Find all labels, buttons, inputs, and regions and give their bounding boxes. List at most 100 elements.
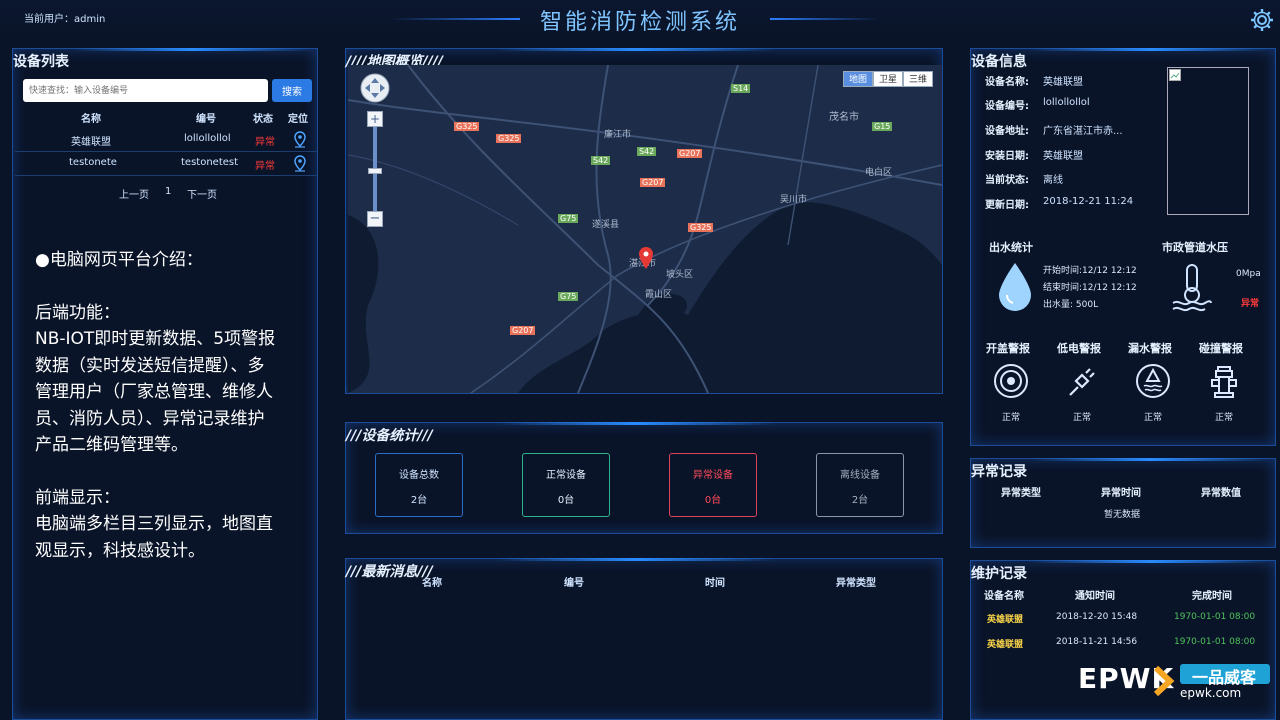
map-overview-panel: ////地图概览//// S14 G325 G325 G15 S42 S42 G… [345, 48, 943, 394]
stat-offline-box[interactable]: 离线设备 2台 [816, 453, 904, 517]
water-amount: 出水量: 500L [1043, 300, 1099, 310]
locate-pin-icon[interactable] [293, 131, 307, 149]
road-label: G207 [510, 326, 536, 335]
locate-pin-icon[interactable] [293, 155, 307, 173]
intro-title: ●电脑网页平台介绍： [35, 250, 203, 270]
alarm-label-leak: 漏水警报 [1128, 342, 1172, 355]
search-button[interactable]: 搜索 [272, 79, 312, 102]
map-pan-control-icon[interactable] [360, 73, 390, 103]
column-header-name: 名称 [81, 114, 101, 125]
device-list-panel: 设备列表 搜索 名称 编号 状态 定位 英雄联盟 lollollollol 异常… [12, 48, 318, 720]
road-label: G15 [872, 122, 893, 131]
water-drop-icon [999, 263, 1031, 311]
road-label: S42 [637, 147, 657, 156]
water-level-icon [1136, 364, 1170, 398]
panel-glow [1031, 560, 1271, 563]
device-photo [1167, 67, 1249, 215]
device-code: lollollollol [184, 133, 231, 144]
road-label: G75 [558, 214, 579, 223]
alarm-label-cover: 开盖警报 [986, 342, 1030, 355]
epwk-chevron-icon [1154, 666, 1175, 696]
device-status: 异常 [255, 137, 275, 148]
field-label: 设备地址: [985, 126, 1029, 137]
plug-icon [1069, 368, 1095, 396]
stat-total-box[interactable]: 设备总数 2台 [375, 453, 463, 517]
maint-column-done: 完成时间 [1192, 591, 1232, 602]
prev-page-link[interactable]: 上一页 [119, 186, 149, 201]
msg-column-time: 时间 [705, 578, 725, 589]
panel-glow [496, 558, 776, 561]
panel-glow [73, 48, 313, 51]
map-type-tab-map[interactable]: 地图 [843, 71, 873, 87]
pressure-gauge-icon [1172, 264, 1212, 312]
map-canvas[interactable]: S14 G325 G325 G15 S42 S42 G207 G207 G75 … [348, 65, 942, 393]
city-label: 吴川市 [780, 195, 808, 205]
road-label: G75 [558, 292, 579, 301]
city-label: 霞山区 [645, 290, 673, 300]
field-value: 2018-12-21 11:24 [1043, 196, 1134, 207]
msg-column-type: 异常类型 [836, 578, 876, 589]
stats-title: ///设备统计/// [346, 428, 433, 444]
platform-intro: ●电脑网页平台介绍： 后端功能： NB-IOT即时更新数据、5项警报数据（实时发… [35, 247, 279, 564]
maint-column-notify: 通知时间 [1075, 591, 1115, 602]
stat-value: 0台 [557, 495, 575, 506]
map-marker-icon[interactable] [638, 247, 654, 269]
map-type-tab-satellite[interactable]: 卫星 [873, 71, 903, 87]
no-data-text: 暂无数据 [1104, 510, 1141, 520]
water-end-time: 结束时间:12/12 12:12 [1043, 283, 1137, 293]
panel-glow [1031, 48, 1271, 51]
zoom-out-icon[interactable]: − [367, 211, 383, 227]
city-label: 电白区 [865, 168, 893, 178]
device-search-input[interactable] [23, 79, 268, 102]
pressure-status: 异常 [1241, 299, 1260, 309]
stat-normal-box[interactable]: 正常设备 0台 [522, 453, 610, 517]
epwk-watermark-logo: EPWK 一品威客 epwk.com [1076, 660, 1276, 704]
field-value: 离线 [1043, 175, 1063, 186]
field-label: 安装日期: [985, 151, 1029, 162]
target-icon [994, 364, 1028, 398]
field-value: 英雄联盟 [1043, 77, 1083, 88]
stat-value: 2台 [851, 495, 869, 506]
zoom-in-icon[interactable]: + [367, 111, 383, 127]
device-status: 异常 [255, 161, 275, 172]
intro-backend-title: 后端功能： [35, 302, 120, 323]
stat-abnormal-box[interactable]: 异常设备 0台 [669, 453, 757, 517]
device-row[interactable]: testonete testonetest 异常 [15, 152, 317, 176]
alarm-label-battery: 低电警报 [1057, 342, 1101, 355]
road-label: G207 [677, 149, 703, 158]
column-header-code: 编号 [196, 114, 216, 125]
msg-column-name: 名称 [422, 578, 442, 589]
abnormal-records-panel: 异常记录 异常类型 异常时间 异常数值 暂无数据 [970, 458, 1276, 548]
settings-gear-icon[interactable] [1250, 8, 1274, 32]
device-info-panel: 设备信息 设备名称: 英雄联盟 设备编号: lollollollol 设备地址:… [970, 48, 1276, 446]
road-label: G325 [454, 122, 480, 131]
maint-done-time: 1970-01-01 08:00 [1174, 612, 1256, 622]
stat-label: 异常设备 [693, 470, 733, 481]
zoom-slider-handle[interactable] [368, 168, 382, 174]
maint-notify-time: 2018-12-20 15:48 [1056, 612, 1138, 622]
hydrant-icon [1211, 366, 1237, 398]
next-page-link[interactable]: 下一页 [187, 186, 217, 201]
abnormal-column-time: 异常时间 [1101, 488, 1141, 499]
abnormal-title: 异常记录 [971, 464, 1027, 480]
field-label: 当前状态: [985, 175, 1029, 186]
device-code: testonetest [181, 157, 239, 168]
latest-messages-panel: ///最新消息/// 名称 编号 时间 异常类型 [345, 558, 943, 720]
intro-backend-text: NB-IOT即时更新数据、5项警报数据（实时发送短信提醒）、多管理用户（厂家总管… [35, 329, 276, 455]
column-header-locate: 定位 [288, 114, 308, 125]
map-type-tab-3d[interactable]: 三维 [903, 71, 933, 87]
pressure-title: 市政管道水压 [1162, 241, 1228, 254]
device-row[interactable]: 英雄联盟 lollollollol 异常 [15, 128, 317, 152]
field-value: 广东省湛江市赤... [1043, 126, 1123, 137]
device-list-title: 设备列表 [13, 54, 69, 70]
city-label: 遂溪县 [592, 220, 620, 230]
device-name: 英雄联盟 [71, 137, 111, 148]
alarm-status-cover: 正常 [1002, 413, 1021, 423]
road-label: G325 [496, 134, 522, 143]
watermark-cn: 一品威客 [1192, 668, 1257, 687]
road-label: S14 [731, 84, 751, 93]
maintenance-title: 维护记录 [971, 566, 1027, 582]
road-label: S42 [591, 156, 611, 165]
broken-image-icon [1169, 69, 1181, 81]
device-info-title: 设备信息 [971, 54, 1027, 70]
